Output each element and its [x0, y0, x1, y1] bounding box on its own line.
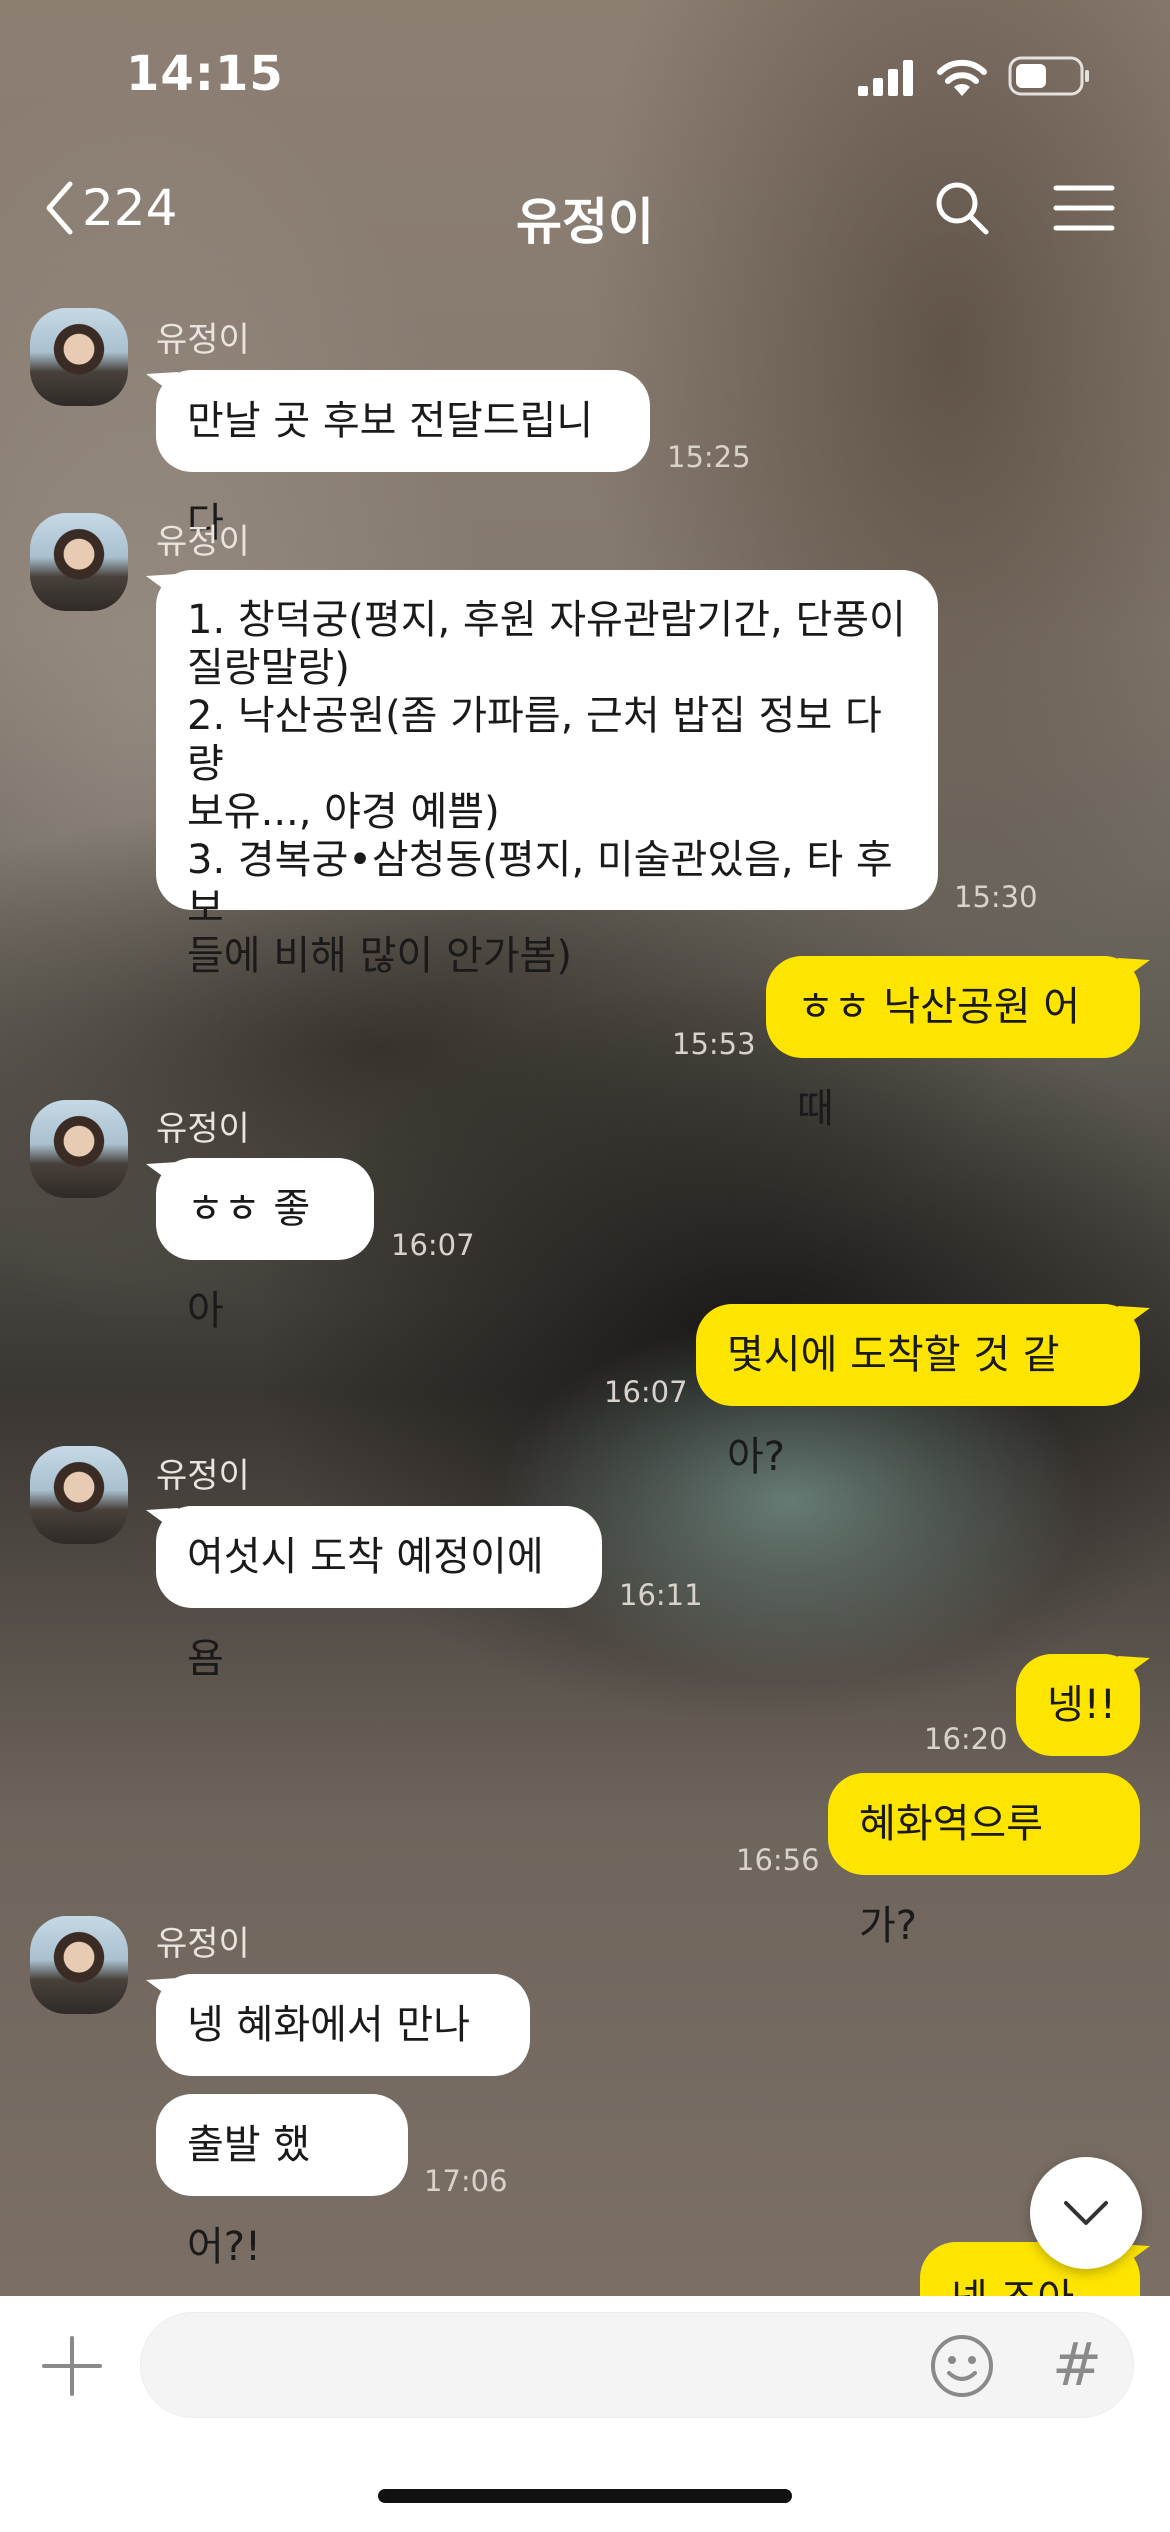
- emoji-icon[interactable]: [929, 2333, 995, 2399]
- message-time: 15:30: [954, 880, 1038, 914]
- status-bar: 14:15: [0, 0, 1170, 150]
- message-input-container: #: [140, 2312, 1134, 2419]
- signal-icon: [858, 60, 913, 96]
- sender-name: 유정이: [156, 522, 250, 562]
- avatar[interactable]: [30, 513, 128, 611]
- message-time: 15:25: [667, 440, 751, 474]
- message-time: 16:20: [924, 1722, 1008, 1756]
- bubble-tail: [1118, 958, 1150, 982]
- sender-name: 유정이: [156, 1456, 250, 1496]
- message-bubble[interactable]: 만날 곳 후보 전달드립니다: [156, 370, 650, 546]
- message-bubble[interactable]: ㅎㅎ 좋아: [156, 1158, 374, 1334]
- avatar[interactable]: [30, 1100, 128, 1198]
- plus-icon[interactable]: [40, 2334, 104, 2398]
- battery-icon: [1008, 56, 1089, 96]
- sender-name: 유정이: [156, 1924, 250, 1964]
- message-bubble[interactable]: 혜화역으루 가?: [828, 1773, 1140, 1949]
- chat-header: 224 유정이: [0, 160, 1170, 251]
- chevron-down-icon: [1064, 2201, 1108, 2225]
- message-input-bar: #: [0, 2296, 1170, 2532]
- avatar[interactable]: [30, 1446, 128, 1544]
- home-indicator: [378, 2489, 792, 2503]
- sender-name: 유정이: [156, 1109, 250, 1149]
- message-time: 16:07: [604, 1375, 688, 1409]
- avatar[interactable]: [30, 1916, 128, 2014]
- message-input[interactable]: [181, 2313, 925, 2419]
- status-time: 14:15: [126, 46, 284, 102]
- message-bubble[interactable]: 넹 혜화에서 만나욤: [156, 1974, 530, 2150]
- menu-icon[interactable]: [1052, 180, 1116, 236]
- message-bubble[interactable]: 몇시에 도착할 것 같아?: [696, 1304, 1140, 1480]
- avatar[interactable]: [30, 308, 128, 406]
- chat-title: 유정이: [516, 193, 654, 251]
- wifi-icon: [937, 59, 987, 96]
- search-icon[interactable]: [930, 176, 994, 240]
- message-time: 16:56: [736, 1843, 820, 1877]
- message-time: 16:11: [619, 1578, 703, 1612]
- message-time: 17:06: [424, 2164, 508, 2198]
- scroll-to-bottom-button[interactable]: [1030, 2157, 1142, 2269]
- message-bubble[interactable]: 여섯시 도착 예정이에욤: [156, 1506, 602, 1682]
- message-bubble[interactable]: ㅎㅎ 낙산공원 어때: [766, 956, 1140, 1132]
- message-bubble[interactable]: 출발 했어?!: [156, 2094, 408, 2270]
- hashtag-icon[interactable]: #: [1047, 2329, 1107, 2401]
- message-time: 15:53: [672, 1027, 756, 1061]
- message-bubble[interactable]: 1. 창덕궁(평지, 후원 자유관람기간, 단풍이 질랑말랑) 2. 낙산공원(…: [156, 570, 938, 979]
- bubble-tail: [1118, 1656, 1150, 1680]
- sender-name: 유정이: [156, 320, 250, 360]
- status-icons: [858, 56, 1090, 96]
- message-time: 16:07: [391, 1228, 475, 1262]
- bubble-tail: [1118, 1306, 1150, 1330]
